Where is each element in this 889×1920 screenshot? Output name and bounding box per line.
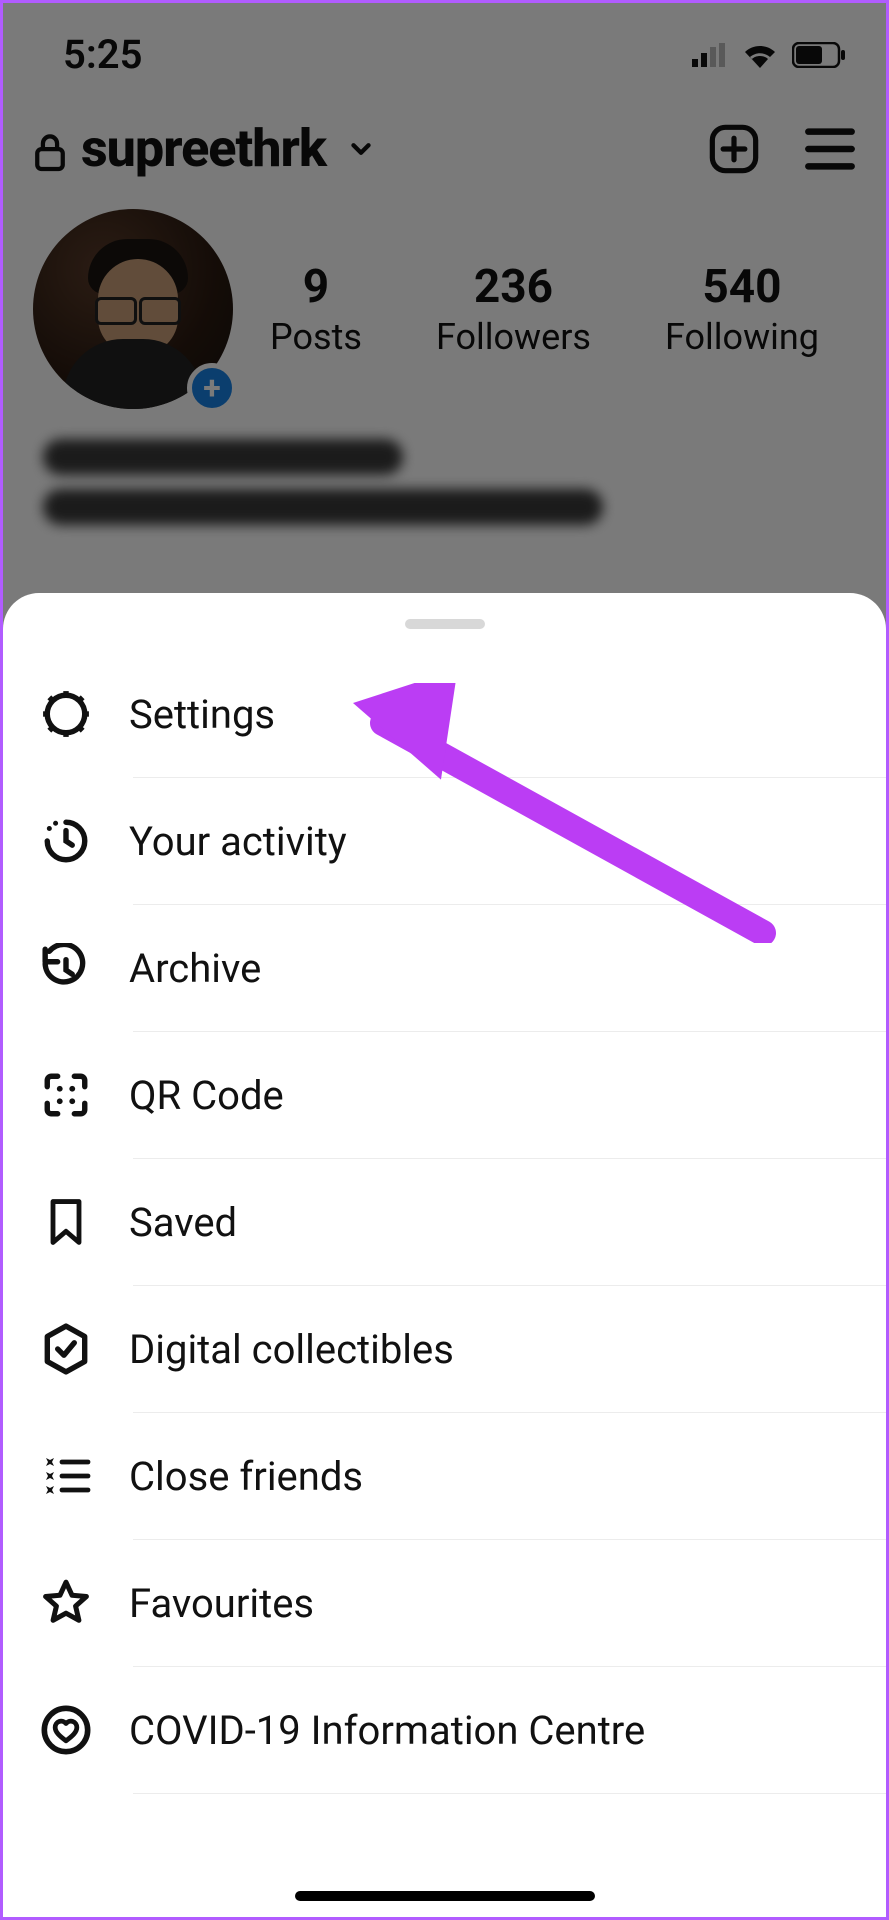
- menu-item-label: Digital collectibles: [129, 1326, 850, 1373]
- bio-line-redacted: [43, 489, 603, 525]
- profile-stats-row: + 9 Posts 236 Followers 540 Following: [3, 189, 886, 419]
- cellular-icon: [692, 43, 728, 67]
- activity-icon: [39, 814, 93, 868]
- status-icons: [692, 42, 846, 68]
- stat-value: 9: [270, 260, 362, 314]
- battery-icon: [792, 42, 846, 68]
- menu-item-label: Favourites: [129, 1580, 850, 1627]
- bio-line-redacted: [43, 439, 403, 475]
- qr-code-icon: [39, 1068, 93, 1122]
- lock-icon: [33, 132, 67, 166]
- gear-icon: [39, 687, 93, 741]
- username[interactable]: supreethrk: [81, 118, 326, 179]
- heart-circle-icon: [39, 1703, 93, 1757]
- hamburger-menu-icon[interactable]: [804, 123, 856, 175]
- menu-item-qr-code[interactable]: QR Code: [3, 1032, 886, 1158]
- stat-value: 236: [436, 260, 591, 314]
- home-indicator[interactable]: [295, 1891, 595, 1901]
- menu-item-close-friends[interactable]: Close friends: [3, 1413, 886, 1539]
- status-bar: 5:25: [3, 3, 886, 88]
- profile-header: supreethrk: [3, 88, 886, 189]
- archive-icon: [39, 941, 93, 995]
- stat-posts[interactable]: 9 Posts: [270, 260, 362, 358]
- menu-item-settings[interactable]: Settings: [3, 651, 886, 777]
- add-story-badge[interactable]: +: [187, 363, 237, 413]
- sheet-grabber[interactable]: [405, 619, 485, 629]
- menu-item-your-activity[interactable]: Your activity: [3, 778, 886, 904]
- stat-following[interactable]: 540 Following: [665, 260, 819, 358]
- menu-item-favourites[interactable]: Favourites: [3, 1540, 886, 1666]
- close-friends-icon: [39, 1449, 93, 1503]
- bookmark-icon: [39, 1195, 93, 1249]
- hexagon-check-icon: [39, 1322, 93, 1376]
- menu-item-label: COVID-19 Information Centre: [129, 1707, 850, 1754]
- wifi-icon: [742, 42, 778, 68]
- menu-item-label: Close friends: [129, 1453, 850, 1500]
- menu-item-label: Saved: [129, 1199, 850, 1246]
- status-time: 5:25: [63, 31, 142, 78]
- menu-item-covid-info[interactable]: COVID-19 Information Centre: [3, 1667, 886, 1793]
- star-icon: [39, 1576, 93, 1630]
- stat-label: Followers: [436, 316, 591, 358]
- stat-label: Following: [665, 316, 819, 358]
- menu-item-archive[interactable]: Archive: [3, 905, 886, 1031]
- divider: [133, 1793, 886, 1794]
- options-bottom-sheet: Settings Your activity Archive QR Code: [3, 593, 886, 1917]
- profile-bio: [3, 419, 886, 559]
- stat-followers[interactable]: 236 Followers: [436, 260, 591, 358]
- create-button[interactable]: [708, 123, 760, 175]
- menu-item-saved[interactable]: Saved: [3, 1159, 886, 1285]
- stat-label: Posts: [270, 316, 362, 358]
- menu-item-label: Archive: [129, 945, 850, 992]
- avatar[interactable]: +: [33, 209, 233, 409]
- options-menu: Settings Your activity Archive QR Code: [3, 651, 886, 1794]
- menu-item-digital-collectibles[interactable]: Digital collectibles: [3, 1286, 886, 1412]
- menu-item-label: Your activity: [129, 818, 850, 865]
- stat-value: 540: [665, 260, 819, 314]
- chevron-down-icon[interactable]: [346, 134, 376, 164]
- menu-item-label: QR Code: [129, 1072, 850, 1119]
- menu-item-label: Settings: [129, 691, 850, 738]
